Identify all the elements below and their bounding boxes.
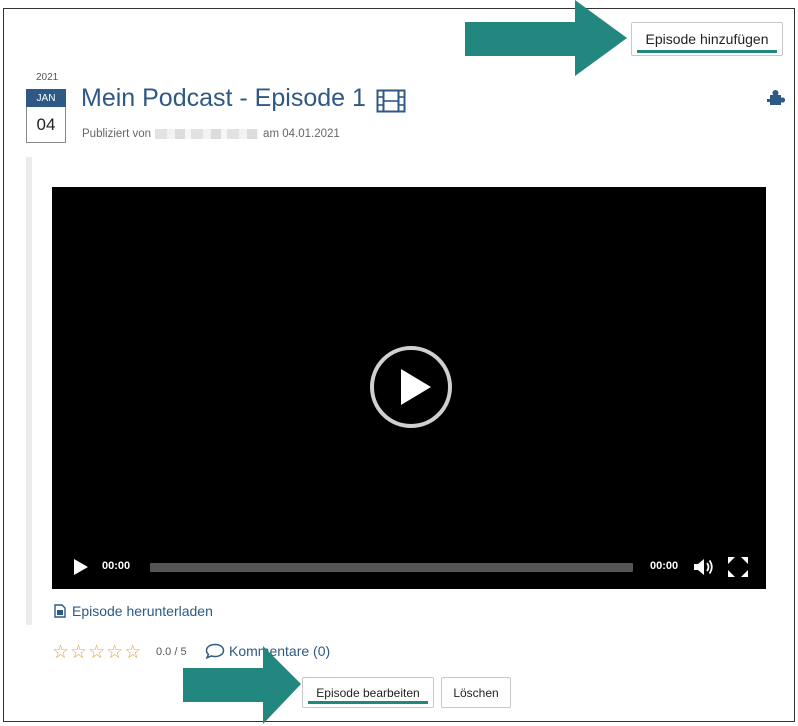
video-player[interactable]: 00:00 00:00 xyxy=(52,187,766,589)
big-play-icon[interactable] xyxy=(369,345,453,429)
date-year: 2021 xyxy=(36,72,59,83)
puzzle-icon[interactable] xyxy=(766,87,786,107)
published-date: am 04.01.2021 xyxy=(263,128,340,140)
published-info: Publiziert von am 04.01.2021 xyxy=(82,128,340,140)
rating-value: 0.0 / 5 xyxy=(156,646,187,658)
film-icon xyxy=(376,89,406,113)
star-icon[interactable]: ☆ xyxy=(106,643,123,662)
seek-bar[interactable] xyxy=(150,563,633,572)
star-icon[interactable]: ☆ xyxy=(88,643,105,662)
star-icon[interactable]: ☆ xyxy=(124,643,141,662)
star-icon[interactable]: ☆ xyxy=(52,643,69,662)
annotation-underline-add xyxy=(637,50,777,53)
delete-button[interactable]: Löschen xyxy=(441,677,511,708)
download-link[interactable]: Episode herunterladen xyxy=(54,603,213,619)
star-rating[interactable]: ☆ ☆ ☆ ☆ ☆ xyxy=(52,643,141,662)
play-icon[interactable] xyxy=(74,559,88,575)
comments-label: Kommentare (0) xyxy=(229,643,331,659)
date-month: JAN xyxy=(26,89,66,107)
duration-time: 00:00 xyxy=(650,560,679,572)
download-label: Episode herunterladen xyxy=(72,603,213,619)
content-left-rule xyxy=(26,157,32,625)
date-day: 04 xyxy=(26,107,66,143)
fullscreen-icon[interactable] xyxy=(728,557,748,577)
redacted-author xyxy=(155,128,260,139)
comments-link[interactable]: Kommentare (0) xyxy=(205,643,330,659)
published-prefix: Publiziert von xyxy=(82,128,152,140)
download-file-icon xyxy=(54,604,66,618)
comment-icon xyxy=(205,643,225,659)
current-time: 00:00 xyxy=(102,560,131,572)
volume-icon[interactable] xyxy=(694,558,714,576)
episode-title[interactable]: Mein Podcast - Episode 1 xyxy=(81,84,366,113)
star-icon[interactable]: ☆ xyxy=(70,643,87,662)
annotation-underline-edit xyxy=(308,701,428,704)
